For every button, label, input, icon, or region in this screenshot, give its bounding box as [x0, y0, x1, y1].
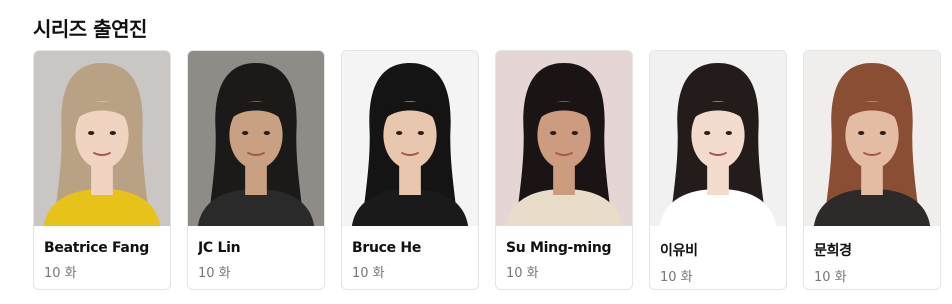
cast-name: 이유비 [660, 243, 698, 259]
cast-episodes: 10 화 [660, 270, 693, 285]
section-title: 시리즈 출연진 [33, 17, 147, 41]
cast-card[interactable]: Beatrice Fang 10 화 [33, 50, 171, 290]
eye-shape [109, 131, 116, 135]
eye-shape [704, 131, 711, 135]
eye-shape [725, 131, 732, 135]
cast-card[interactable]: Bruce He 10 화 [341, 50, 479, 290]
cast-name: Su Ming-ming [506, 240, 612, 256]
cast-name: Bruce He [352, 240, 422, 256]
cast-episodes: 10 화 [44, 266, 77, 281]
eye-shape [417, 131, 424, 135]
cast-episodes: 10 화 [814, 270, 847, 285]
cast-list: Beatrice Fang 10 화 JC Lin 10 화 Bruce He … [33, 50, 941, 290]
cast-card[interactable]: Su Ming-ming 10 화 [495, 50, 633, 290]
cast-card[interactable]: 이유비 10 화 [649, 50, 787, 290]
eye-shape [396, 131, 403, 135]
cast-card[interactable]: 문희경 10 화 [803, 50, 941, 290]
cast-photo [804, 51, 940, 226]
cast-name: 문희경 [814, 243, 852, 259]
cast-photo [496, 51, 632, 226]
eye-shape [263, 131, 270, 135]
eye-shape [550, 131, 557, 135]
eye-shape [571, 131, 578, 135]
cast-photo [34, 51, 170, 226]
cast-card[interactable]: JC Lin 10 화 [187, 50, 325, 290]
eye-shape [858, 131, 865, 135]
cast-episodes: 10 화 [506, 266, 539, 281]
eye-shape [879, 131, 886, 135]
cast-photo [342, 51, 478, 226]
cast-photo [650, 51, 786, 226]
eye-shape [88, 131, 95, 135]
eye-shape [242, 131, 249, 135]
cast-photo [188, 51, 324, 226]
cast-name: JC Lin [198, 240, 241, 256]
cast-episodes: 10 화 [198, 266, 231, 281]
cast-episodes: 10 화 [352, 266, 385, 281]
cast-name: Beatrice Fang [44, 240, 149, 256]
